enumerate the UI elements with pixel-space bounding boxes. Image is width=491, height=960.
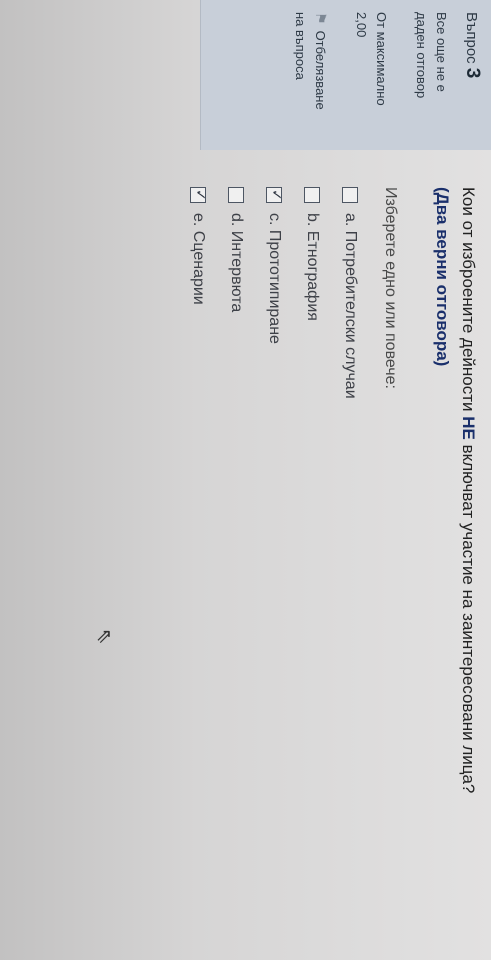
question-label: Въпрос xyxy=(463,12,480,64)
option-label[interactable]: d. Интервюта xyxy=(227,213,245,312)
question-info-panel: Въпрос 3 Все още не е даден отговор От ма… xyxy=(200,0,491,150)
option-b[interactable]: b. Етнография xyxy=(299,187,325,321)
flag-label-line2[interactable]: на въпроса xyxy=(290,12,310,147)
option-e[interactable]: e. Сценарии xyxy=(185,187,211,305)
answer-instruction: Изберете едно или повече: xyxy=(382,187,399,389)
option-checkbox[interactable] xyxy=(304,187,320,203)
question-text-start: Кои от изброените дейности xyxy=(459,187,478,417)
option-label[interactable]: b. Етнография xyxy=(303,213,321,321)
status-line: даден отговор xyxy=(414,12,429,99)
question-note: (Два верни отговора) xyxy=(433,187,452,367)
question-text-end: включват участие на заинтересовани лица? xyxy=(459,439,478,794)
option-a[interactable]: a. Потребителски случаи xyxy=(337,187,363,399)
question-text-emphasis: НЕ xyxy=(459,416,478,440)
option-checkbox[interactable] xyxy=(266,187,282,203)
marks-label: От максимално xyxy=(374,12,389,106)
answer-status: Все още не е даден отговор xyxy=(411,12,451,147)
status-line: Все още не е xyxy=(434,12,449,92)
marks-value: 2,00 xyxy=(354,12,369,38)
option-label[interactable]: e. Сценарии xyxy=(189,213,207,305)
flag-label[interactable]: Отбелязване xyxy=(313,31,328,110)
question-marks: От максимално 2,00 xyxy=(351,12,391,147)
question-number-value: 3 xyxy=(462,67,483,79)
mouse-cursor-icon: ⇖ xyxy=(93,628,115,645)
option-d[interactable]: d. Интервюта xyxy=(223,187,249,312)
option-c[interactable]: c. Прототипиране xyxy=(261,187,287,344)
flag-question-link[interactable]: ⚑ Отбелязване на въпроса xyxy=(290,12,331,147)
option-checkbox[interactable] xyxy=(190,187,206,203)
quiz-page: Въпрос 3 Все още не е даден отговор От ма… xyxy=(0,0,491,960)
flag-icon[interactable]: ⚑ xyxy=(313,12,329,25)
question-number: Въпрос 3 xyxy=(461,12,483,78)
question-text: Кои от изброените дейности НЕ включват у… xyxy=(429,187,481,947)
option-label[interactable]: a. Потребителски случаи xyxy=(341,213,359,399)
option-checkbox[interactable] xyxy=(228,187,244,203)
option-checkbox[interactable] xyxy=(342,187,358,203)
option-label[interactable]: c. Прототипиране xyxy=(265,213,283,344)
